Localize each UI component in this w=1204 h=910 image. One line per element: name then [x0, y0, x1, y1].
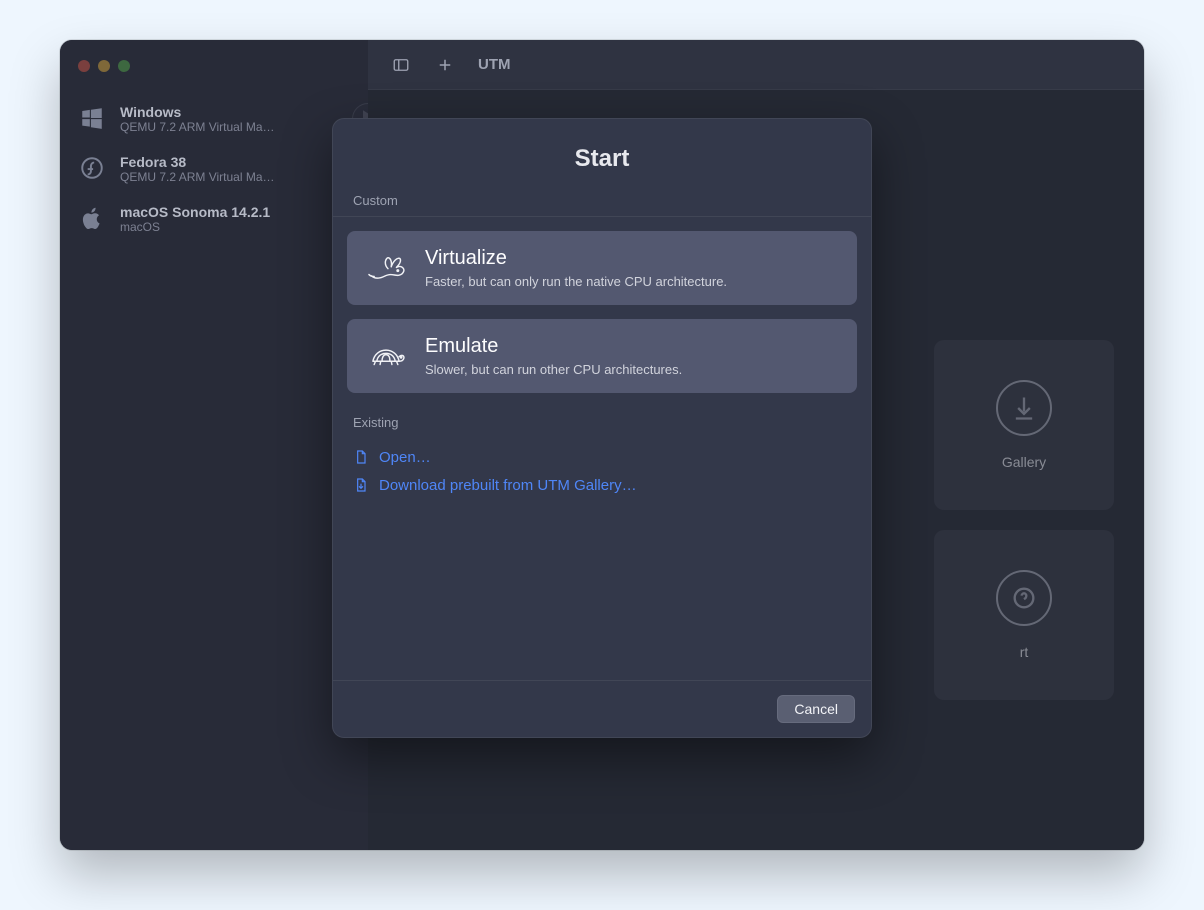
apple-icon: [78, 204, 106, 232]
download-gallery-link[interactable]: Download prebuilt from UTM Gallery…: [353, 476, 851, 494]
maximize-window-button[interactable]: [118, 60, 130, 72]
open-link-label: Open…: [379, 449, 431, 466]
minimize-window-button[interactable]: [98, 60, 110, 72]
window-controls: [60, 54, 368, 94]
vm-subtitle: QEMU 7.2 ARM Virtual Ma…: [120, 120, 275, 134]
cancel-button[interactable]: Cancel: [777, 695, 855, 723]
sidebar-vm-item[interactable]: Windows QEMU 7.2 ARM Virtual Ma…: [60, 94, 368, 144]
vm-name: Windows: [120, 104, 275, 120]
sidebar-vm-item[interactable]: Fedora 38 QEMU 7.2 ARM Virtual Ma…: [60, 144, 368, 194]
toggle-sidebar-button[interactable]: [386, 52, 416, 78]
document-icon: [353, 448, 369, 466]
option-title: Virtualize: [425, 247, 727, 270]
section-existing-label: Existing: [333, 415, 871, 438]
option-list: Virtualize Faster, but can only run the …: [333, 217, 871, 401]
link-list: Open… Download prebuilt from UTM Gallery…: [333, 438, 871, 504]
sheet-title: Start: [333, 119, 871, 193]
windows-icon: [78, 104, 106, 132]
sheet-footer: Cancel: [333, 680, 871, 737]
toolbar: UTM: [368, 40, 1144, 90]
option-title: Emulate: [425, 335, 682, 358]
open-link[interactable]: Open…: [353, 448, 851, 466]
app-title: UTM: [478, 56, 511, 73]
app-window: Windows QEMU 7.2 ARM Virtual Ma… Fedora …: [60, 40, 1144, 850]
new-vm-button[interactable]: [430, 52, 460, 78]
sidebar-vm-item[interactable]: macOS Sonoma 14.2.1 macOS: [60, 194, 368, 244]
close-window-button[interactable]: [78, 60, 90, 72]
document-arrow-icon: [353, 476, 369, 494]
section-custom-label: Custom: [333, 193, 871, 216]
virtualize-option[interactable]: Virtualize Faster, but can only run the …: [347, 231, 857, 305]
option-subtitle: Faster, but can only run the native CPU …: [425, 274, 727, 289]
hare-icon: [365, 251, 407, 285]
vm-name: macOS Sonoma 14.2.1: [120, 204, 270, 220]
vm-name: Fedora 38: [120, 154, 275, 170]
start-sheet: Start Custom Virtualize Faster, but can …: [332, 118, 872, 738]
vm-subtitle: QEMU 7.2 ARM Virtual Ma…: [120, 170, 275, 184]
vm-subtitle: macOS: [120, 220, 270, 234]
tortoise-icon: [365, 339, 407, 373]
fedora-icon: [78, 154, 106, 182]
download-gallery-link-label: Download prebuilt from UTM Gallery…: [379, 477, 637, 494]
sidebar: Windows QEMU 7.2 ARM Virtual Ma… Fedora …: [60, 40, 368, 850]
option-subtitle: Slower, but can run other CPU architectu…: [425, 362, 682, 377]
emulate-option[interactable]: Emulate Slower, but can run other CPU ar…: [347, 319, 857, 393]
